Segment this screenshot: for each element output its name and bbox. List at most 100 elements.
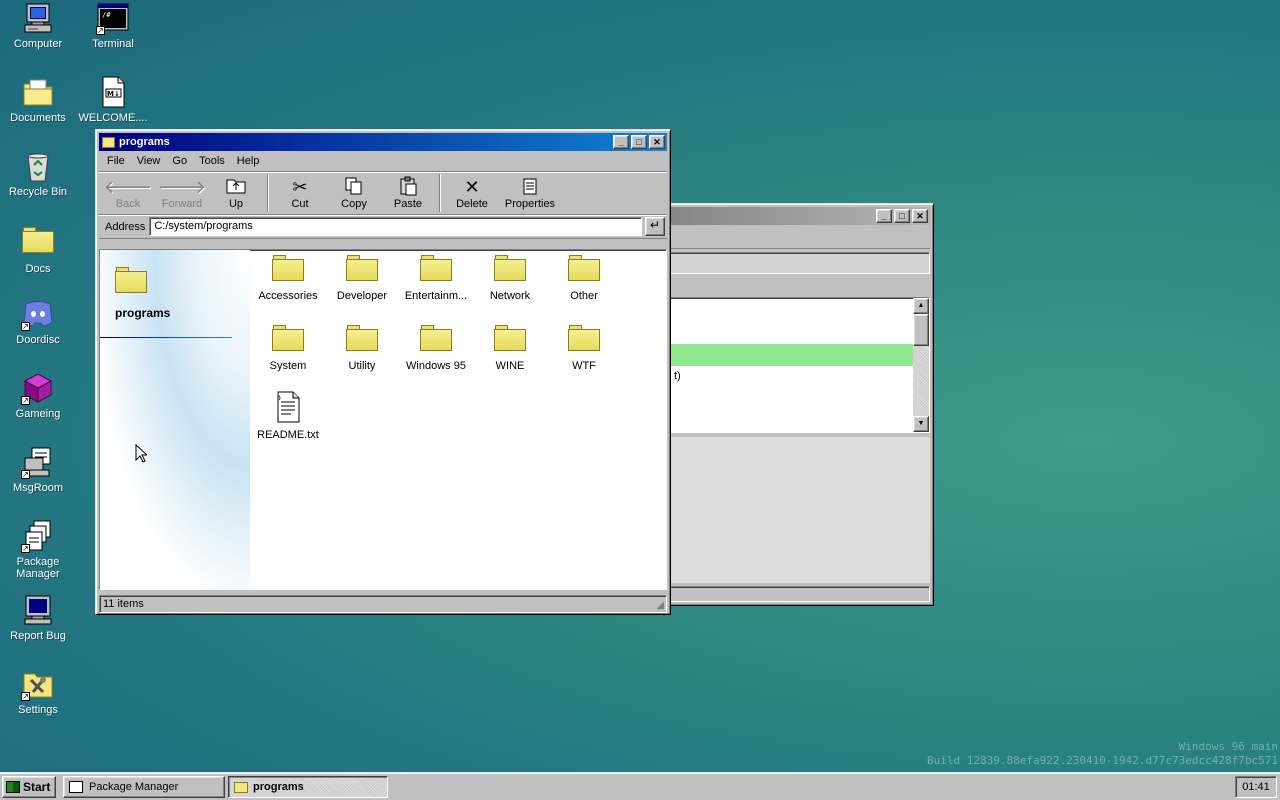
desktop-icon-gameing[interactable]: ↗ Gameing — [0, 372, 76, 420]
desktop-icon-docs[interactable]: Docs — [0, 224, 76, 275]
folder-item-accessories[interactable]: Accessories — [250, 255, 326, 302]
back-button[interactable]: 🡐 Back — [101, 174, 155, 212]
item-label: WINE — [495, 360, 525, 372]
folder-icon — [420, 325, 452, 351]
package-manager-window[interactable]: _ □ ✕ t) ▲ ▼ — [640, 203, 934, 606]
maximize-button[interactable]: □ — [631, 135, 647, 149]
minimize-button[interactable]: _ — [876, 209, 892, 223]
desktop-icon-terminal[interactable]: /# ↗ Terminal — [75, 2, 151, 50]
desktop-icon-settings[interactable]: ↗ Settings — [0, 668, 76, 716]
maximize-button[interactable]: □ — [894, 209, 910, 223]
cut-button[interactable]: ✂ Cut — [273, 174, 327, 212]
folder-icon — [568, 255, 600, 281]
menu-go[interactable]: Go — [166, 155, 193, 167]
folder-icon — [234, 781, 248, 793]
build-watermark: Windows 96 main Build 12839.88efa922.230… — [927, 740, 1278, 768]
build-line-1: Windows 96 main — [1178, 740, 1278, 753]
desktop-icon-documents[interactable]: Documents — [0, 76, 76, 124]
folder-icon — [494, 325, 526, 351]
taskbar-button-package-manager[interactable]: Package Manager — [63, 776, 225, 798]
package-icon: ↗ — [21, 520, 54, 553]
copy-button[interactable]: Copy — [327, 174, 381, 212]
folder-item-utility[interactable]: Utility — [324, 325, 400, 372]
folder-item-system[interactable]: System — [250, 325, 326, 372]
package-list-selected-row[interactable] — [645, 344, 914, 366]
up-button[interactable]: Up — [209, 174, 263, 212]
close-button[interactable]: ✕ — [649, 135, 665, 149]
vertical-scrollbar[interactable]: ▲ ▼ — [913, 298, 929, 432]
delete-button[interactable]: ✕ Delete — [445, 174, 499, 212]
package-manager-titlebar[interactable]: _ □ ✕ — [644, 207, 930, 225]
properties-button[interactable]: Properties — [499, 174, 561, 212]
package-manager-statusbar — [644, 586, 930, 602]
desktop-icon-label: Documents — [10, 112, 66, 124]
resize-grip-icon[interactable]: ◢ — [656, 600, 664, 611]
msgroom-icon: ↗ — [21, 446, 54, 479]
svg-text:/#: /# — [102, 11, 111, 19]
address-bar: Address C:/system/programs ↵ — [99, 215, 667, 239]
menu-view[interactable]: View — [131, 155, 167, 167]
folder-icon — [420, 255, 452, 281]
menu-help[interactable]: Help — [231, 155, 266, 167]
file-view[interactable]: programs Accessories Developer Entertain… — [99, 249, 667, 590]
documents-folder-icon — [22, 76, 54, 108]
package-details-pane — [644, 437, 930, 583]
taskbar-button-programs[interactable]: programs — [228, 776, 388, 798]
address-label: Address — [105, 220, 146, 233]
desktop-icon-label: Report Bug — [10, 630, 66, 642]
menu-file[interactable]: File — [101, 155, 131, 167]
item-label: Other — [570, 290, 598, 302]
folder-item-entertainment[interactable]: Entertainm... — [398, 255, 474, 302]
folder-item-wtf[interactable]: WTF — [546, 325, 622, 372]
item-label: Utility — [348, 360, 376, 372]
scroll-up-button[interactable]: ▲ — [913, 298, 929, 314]
start-button[interactable]: Start — [2, 776, 56, 798]
desktop-icon-package-manager[interactable]: ↗ Package Manager — [0, 520, 76, 580]
desktop-icon-welcome[interactable]: M↓ WELCOME.... — [75, 76, 151, 124]
scroll-down-button[interactable]: ▼ — [913, 416, 929, 432]
scroll-thumb[interactable] — [913, 314, 929, 346]
settings-folder-icon: ↗ — [21, 668, 54, 701]
folder-item-other[interactable]: Other — [546, 255, 622, 302]
explorer-titlebar[interactable]: programs _ □ ✕ — [99, 133, 667, 151]
folder-item-windows-95[interactable]: Windows 95 — [398, 325, 474, 372]
go-button[interactable]: ↵ — [645, 217, 665, 236]
paste-button[interactable]: Paste — [381, 174, 435, 212]
desktop-icon-label: MsgRoom — [12, 482, 64, 494]
menu-bar: File View Go Tools Help — [99, 151, 667, 171]
computer-icon — [22, 2, 54, 34]
desktop-icon-label: Gameing — [15, 408, 61, 420]
desktop-icon-report-bug[interactable]: Report Bug — [0, 594, 76, 642]
package-manager-field[interactable] — [644, 252, 930, 274]
folder-item-wine[interactable]: WINE — [472, 325, 548, 372]
forward-arrow-icon: 🡒 — [157, 177, 207, 197]
minimize-button[interactable]: _ — [613, 135, 629, 149]
close-button[interactable]: ✕ — [912, 209, 928, 223]
file-item-readme[interactable]: README.txt — [250, 391, 326, 441]
menu-tools[interactable]: Tools — [193, 155, 231, 167]
discord-icon: ↗ — [21, 298, 54, 331]
desktop-icon-recycle-bin[interactable]: Recycle Bin — [0, 150, 76, 198]
shortcut-arrow-icon: ↗ — [21, 692, 30, 701]
item-label: Network — [489, 290, 531, 302]
toolbar-separator — [267, 174, 269, 212]
folder-item-developer[interactable]: Developer — [324, 255, 400, 302]
mouse-cursor-icon — [135, 443, 149, 467]
desktop-icon-computer[interactable]: Computer — [0, 2, 76, 50]
desktop-icon-msgroom[interactable]: ↗ MsgRoom — [0, 446, 76, 494]
package-list[interactable]: t) ▲ ▼ — [644, 297, 930, 433]
system-clock[interactable]: 01:41 — [1235, 776, 1277, 798]
desktop-icon-doordisc[interactable]: ↗ Doordisc — [0, 298, 76, 346]
explorer-window[interactable]: programs _ □ ✕ File View Go Tools Help 🡐… — [95, 129, 671, 615]
desktop-icon-label: Terminal — [92, 38, 134, 50]
desktop-icon-label: WELCOME.... — [78, 112, 148, 124]
paste-label: Paste — [393, 198, 423, 210]
address-input[interactable]: C:/system/programs — [149, 217, 642, 236]
item-label: Developer — [336, 290, 388, 302]
item-count: 11 items — [103, 598, 144, 610]
folder-item-network[interactable]: Network — [472, 255, 548, 302]
package-icon — [69, 781, 83, 793]
item-label: Entertainm... — [404, 290, 468, 302]
folder-icon — [568, 325, 600, 351]
forward-button[interactable]: 🡒 Forward — [155, 174, 209, 212]
